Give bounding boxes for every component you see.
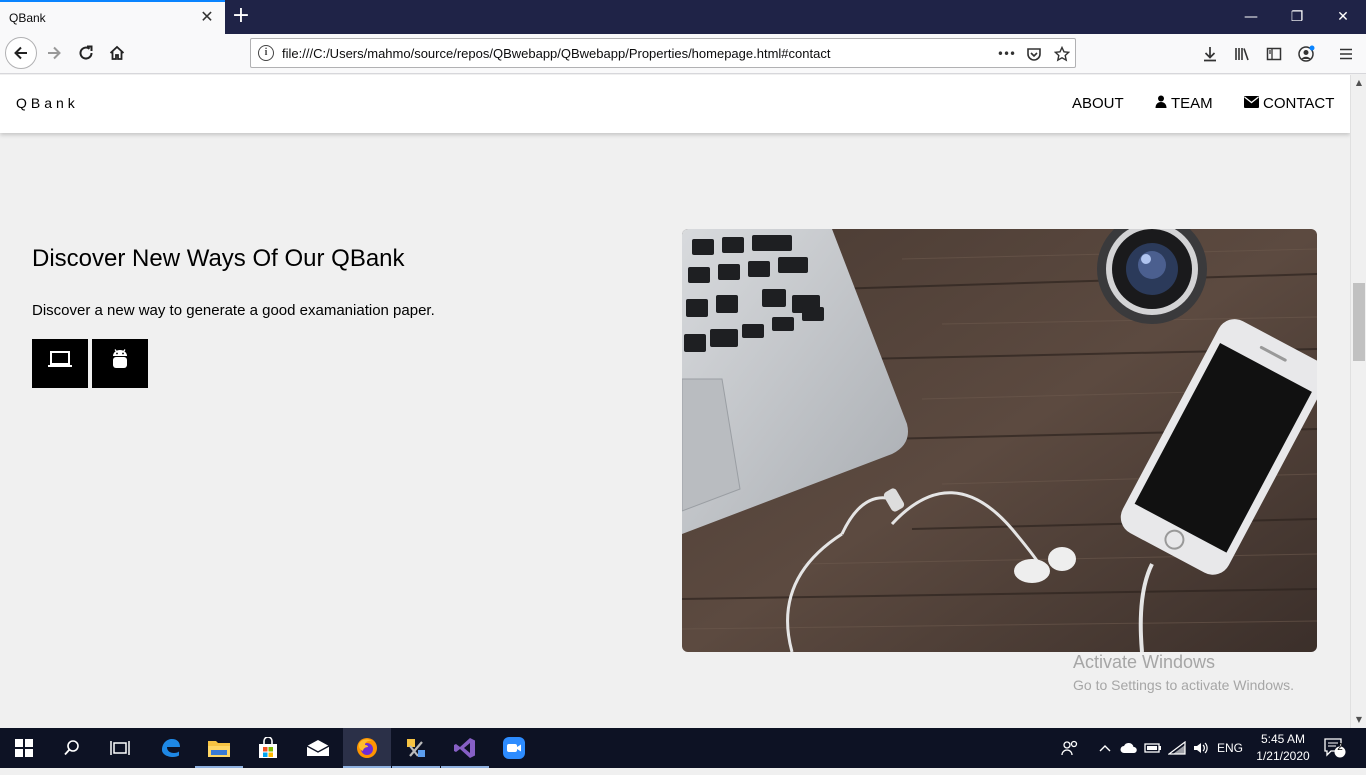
page-scrollbar[interactable]: ▲ ▼ (1350, 75, 1366, 728)
envelope-icon (1244, 96, 1259, 108)
task-view-button[interactable] (96, 728, 144, 768)
desk-photo-illustration (682, 229, 1317, 652)
new-tab-button[interactable]: + (230, 4, 252, 28)
scroll-down-icon[interactable]: ▼ (1354, 715, 1364, 724)
tab-close-icon[interactable]: ✕ (198, 8, 216, 26)
reload-icon (79, 45, 93, 60)
desktop-download-button[interactable] (32, 339, 88, 388)
windows-taskbar: ENG 5:45 AM 1/21/2020 2 (0, 728, 1366, 768)
edge-taskbar-icon[interactable] (146, 728, 194, 768)
url-text[interactable]: file:///C:/Users/mahmo/source/repos/QBwe… (282, 46, 830, 61)
onedrive-cloud-icon[interactable] (1118, 728, 1140, 768)
firefox-taskbar-icon[interactable] (343, 728, 391, 768)
laptop-icon (48, 351, 72, 367)
forward-arrow-icon (48, 46, 61, 60)
search-button[interactable] (48, 728, 96, 768)
visual-studio-taskbar-icon[interactable] (441, 728, 489, 768)
clock-time: 5:45 AM (1260, 732, 1306, 746)
volume-icon[interactable] (1190, 728, 1212, 768)
library-icon[interactable] (1230, 42, 1254, 66)
hero-image (682, 229, 1317, 652)
browser-toolbar: i file:///C:/Users/mahmo/source/repos/QB… (0, 34, 1366, 74)
tools-taskbar-icon[interactable] (392, 728, 440, 768)
clock-date: 1/21/2020 (1256, 749, 1310, 763)
site-info-icon[interactable]: i (258, 45, 274, 61)
battery-icon[interactable] (1142, 728, 1164, 768)
activate-windows-title: Activate Windows (1073, 652, 1216, 672)
browser-tab-bar: QBank ✕ + — ❐ ✕ (0, 0, 1366, 34)
browser-tab[interactable]: QBank ✕ (0, 0, 225, 34)
system-clock[interactable]: 5:45 AM 1/21/2020 (1252, 731, 1314, 765)
android-icon (113, 349, 127, 368)
nav-contact-label: CONTACT (1263, 95, 1335, 112)
store-taskbar-icon[interactable] (244, 728, 292, 768)
nav-team-label: TEAM (1171, 95, 1213, 112)
window-close-button[interactable]: ✕ (1320, 0, 1366, 34)
site-brand[interactable]: QBank (16, 95, 79, 111)
scroll-thumb[interactable] (1353, 283, 1365, 361)
address-bar[interactable]: i file:///C:/Users/mahmo/source/repos/QB… (250, 38, 1076, 68)
home-button[interactable] (102, 38, 132, 68)
home-icon (109, 45, 125, 60)
account-icon[interactable] (1294, 42, 1318, 66)
file-explorer-taskbar-icon[interactable] (195, 728, 243, 768)
android-download-button[interactable] (92, 339, 148, 388)
user-icon (1155, 95, 1167, 108)
mail-taskbar-icon[interactable] (294, 728, 342, 768)
sidebar-icon[interactable] (1262, 42, 1286, 66)
windows-logo-icon (15, 739, 33, 757)
search-icon (64, 740, 79, 756)
language-indicator[interactable]: ENG (1214, 728, 1246, 768)
forward-button[interactable] (39, 38, 69, 68)
menu-hamburger-icon[interactable] (1334, 42, 1358, 66)
page-actions-icon[interactable]: ••• (995, 43, 1017, 65)
section-subtext: Discover a new way to generate a good ex… (32, 302, 435, 319)
nav-about-label: ABOUT (1072, 95, 1124, 112)
action-center-button[interactable]: 2 (1320, 728, 1350, 768)
start-button[interactable] (0, 728, 48, 768)
task-view-icon (110, 741, 130, 755)
section-headline: Discover New Ways Of Our QBank (32, 245, 405, 272)
pocket-icon[interactable] (1023, 43, 1045, 65)
activate-windows-hint: Go to Settings to activate Windows. (1073, 677, 1294, 693)
scroll-up-icon[interactable]: ▲ (1354, 78, 1364, 87)
people-icon[interactable] (1058, 728, 1082, 768)
site-navbar: QBank ABOUT TEAM CONTACT (0, 75, 1350, 133)
nav-contact[interactable]: CONTACT (1244, 95, 1334, 112)
window-minimize-button[interactable]: — (1228, 0, 1274, 34)
nav-about[interactable]: ABOUT (1072, 95, 1124, 112)
back-button[interactable] (5, 37, 37, 69)
notification-count: 2 (1337, 742, 1343, 753)
window-restore-button[interactable]: ❐ (1274, 0, 1320, 34)
bookmark-star-icon[interactable] (1051, 43, 1073, 65)
page-viewport: QBank ABOUT TEAM CONTACT Discover New Wa… (0, 75, 1350, 728)
tab-title: QBank (9, 11, 46, 25)
show-hidden-icons-chevron-icon[interactable] (1096, 728, 1114, 768)
downloads-icon[interactable] (1198, 42, 1222, 66)
zoom-taskbar-icon[interactable] (490, 728, 538, 768)
back-arrow-icon (14, 46, 27, 60)
nav-team[interactable]: TEAM (1155, 95, 1213, 112)
reload-button[interactable] (71, 38, 101, 68)
wifi-icon[interactable] (1166, 728, 1188, 768)
